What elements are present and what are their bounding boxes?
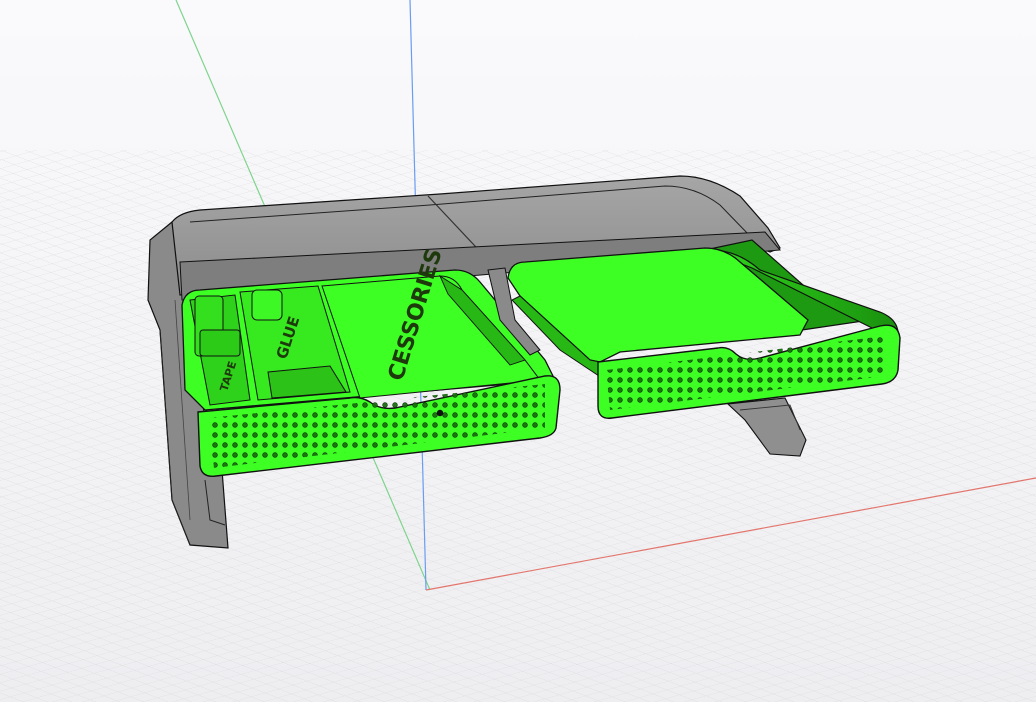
3d-viewport[interactable]: CESSORIES GLUE TAPE	[0, 0, 1036, 702]
drawer-left-pull-dot	[436, 409, 444, 417]
viewport-canvas[interactable]: CESSORIES GLUE TAPE	[0, 0, 1036, 702]
